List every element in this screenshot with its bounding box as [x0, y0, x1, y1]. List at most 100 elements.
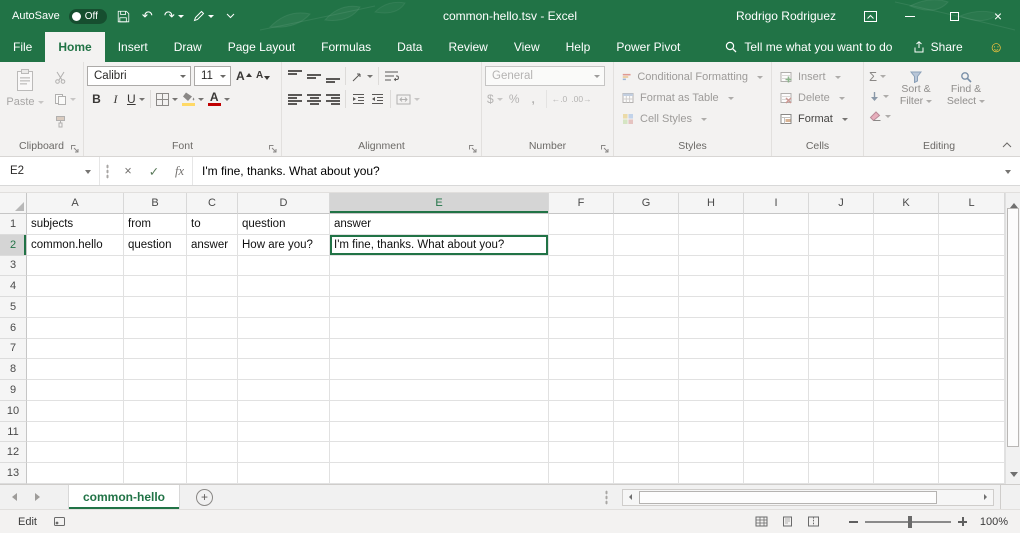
- vertical-scroll-thumb[interactable]: [1007, 208, 1019, 447]
- cell-C2[interactable]: answer: [187, 235, 238, 256]
- cell-D10[interactable]: [238, 401, 330, 422]
- format-painter-button[interactable]: [51, 110, 79, 132]
- bold-button[interactable]: B: [87, 89, 106, 109]
- enter-button[interactable]: ✓: [141, 157, 167, 185]
- cell-H5[interactable]: [679, 297, 744, 318]
- vertical-scrollbar[interactable]: [1005, 193, 1020, 484]
- percent-style-button[interactable]: %: [505, 89, 524, 109]
- wrap-text-button[interactable]: [382, 66, 401, 86]
- font-size-select[interactable]: 11: [194, 66, 231, 86]
- scroll-left-arrow[interactable]: [623, 494, 638, 500]
- bottom-align-button[interactable]: [323, 66, 342, 86]
- macro-record-button[interactable]: [53, 516, 66, 527]
- cell-F6[interactable]: [549, 318, 614, 339]
- cell-I4[interactable]: [744, 276, 809, 297]
- zoom-slider-thumb[interactable]: [908, 516, 912, 528]
- cell-H7[interactable]: [679, 339, 744, 360]
- cell-J1[interactable]: [809, 214, 874, 235]
- page-break-view-button[interactable]: [802, 512, 824, 532]
- cell-A4[interactable]: [27, 276, 124, 297]
- insert-cells-button[interactable]: Insert: [775, 66, 860, 87]
- formula-input[interactable]: I'm fine, thanks. What about you?: [193, 164, 996, 178]
- cell-F12[interactable]: [549, 442, 614, 463]
- number-format-select[interactable]: General: [485, 66, 605, 86]
- cell-K6[interactable]: [874, 318, 939, 339]
- cell-A10[interactable]: [27, 401, 124, 422]
- cell-H4[interactable]: [679, 276, 744, 297]
- cell-L13[interactable]: [939, 463, 1005, 484]
- formula-bar-grip[interactable]: [106, 164, 109, 179]
- align-left-button[interactable]: [285, 89, 304, 109]
- row-header-13[interactable]: 13: [0, 463, 27, 484]
- column-header-D[interactable]: D: [238, 193, 330, 214]
- increase-indent-button[interactable]: [368, 89, 387, 109]
- cell-A6[interactable]: [27, 318, 124, 339]
- cell-K5[interactable]: [874, 297, 939, 318]
- column-header-C[interactable]: C: [187, 193, 238, 214]
- cell-L5[interactable]: [939, 297, 1005, 318]
- format-cells-button[interactable]: Format: [775, 108, 860, 129]
- maximize-button[interactable]: [932, 0, 976, 32]
- autosave-toggle[interactable]: Off: [69, 9, 107, 24]
- cell-styles-button[interactable]: Cell Styles: [617, 108, 768, 129]
- ribbon-tab-home[interactable]: Home: [45, 32, 104, 62]
- cell-L8[interactable]: [939, 359, 1005, 380]
- cell-D5[interactable]: [238, 297, 330, 318]
- ribbon-tab-insert[interactable]: Insert: [105, 32, 161, 62]
- cell-E8[interactable]: [330, 359, 549, 380]
- orientation-button[interactable]: [349, 66, 375, 86]
- cell-F4[interactable]: [549, 276, 614, 297]
- minimize-button[interactable]: [888, 0, 932, 32]
- zoom-level[interactable]: 100%: [974, 516, 1008, 528]
- cell-K1[interactable]: [874, 214, 939, 235]
- column-header-F[interactable]: F: [549, 193, 614, 214]
- italic-button[interactable]: I: [106, 89, 125, 109]
- normal-view-button[interactable]: [750, 512, 772, 532]
- fill-color-button[interactable]: [180, 89, 206, 109]
- cell-I3[interactable]: [744, 256, 809, 277]
- cell-I6[interactable]: [744, 318, 809, 339]
- cell-I5[interactable]: [744, 297, 809, 318]
- cell-B12[interactable]: [124, 442, 187, 463]
- cell-I7[interactable]: [744, 339, 809, 360]
- delete-cells-button[interactable]: Delete: [775, 87, 860, 108]
- ribbon-tab-view[interactable]: View: [501, 32, 553, 62]
- cell-G10[interactable]: [614, 401, 679, 422]
- cell-B3[interactable]: [124, 256, 187, 277]
- touch-mode-button[interactable]: [193, 5, 214, 27]
- cell-C12[interactable]: [187, 442, 238, 463]
- cell-F9[interactable]: [549, 380, 614, 401]
- cell-B9[interactable]: [124, 380, 187, 401]
- paste-button[interactable]: Paste: [3, 66, 47, 140]
- cell-A12[interactable]: [27, 442, 124, 463]
- decrease-decimal-button[interactable]: .00→: [569, 89, 593, 109]
- cell-B2[interactable]: question: [124, 235, 187, 256]
- new-sheet-button[interactable]: +: [196, 489, 213, 506]
- cancel-button[interactable]: ×: [115, 157, 141, 185]
- cell-C11[interactable]: [187, 422, 238, 443]
- cell-J10[interactable]: [809, 401, 874, 422]
- cell-E5[interactable]: [330, 297, 549, 318]
- zoom-slider[interactable]: [865, 521, 951, 523]
- cell-G13[interactable]: [614, 463, 679, 484]
- cell-H12[interactable]: [679, 442, 744, 463]
- horizontal-scrollbar[interactable]: [622, 489, 994, 506]
- expand-formula-bar-button[interactable]: [996, 168, 1020, 175]
- cell-I11[interactable]: [744, 422, 809, 443]
- cell-K4[interactable]: [874, 276, 939, 297]
- borders-button[interactable]: [154, 89, 180, 109]
- row-header-8[interactable]: 8: [0, 359, 27, 380]
- cell-H13[interactable]: [679, 463, 744, 484]
- cell-J2[interactable]: [809, 235, 874, 256]
- cell-H10[interactable]: [679, 401, 744, 422]
- cell-E6[interactable]: [330, 318, 549, 339]
- cell-L11[interactable]: [939, 422, 1005, 443]
- cell-G11[interactable]: [614, 422, 679, 443]
- cell-H9[interactable]: [679, 380, 744, 401]
- cell-C10[interactable]: [187, 401, 238, 422]
- collapse-ribbon-button[interactable]: [1002, 137, 1012, 151]
- cell-G12[interactable]: [614, 442, 679, 463]
- cell-K12[interactable]: [874, 442, 939, 463]
- cell-B11[interactable]: [124, 422, 187, 443]
- cell-I12[interactable]: [744, 442, 809, 463]
